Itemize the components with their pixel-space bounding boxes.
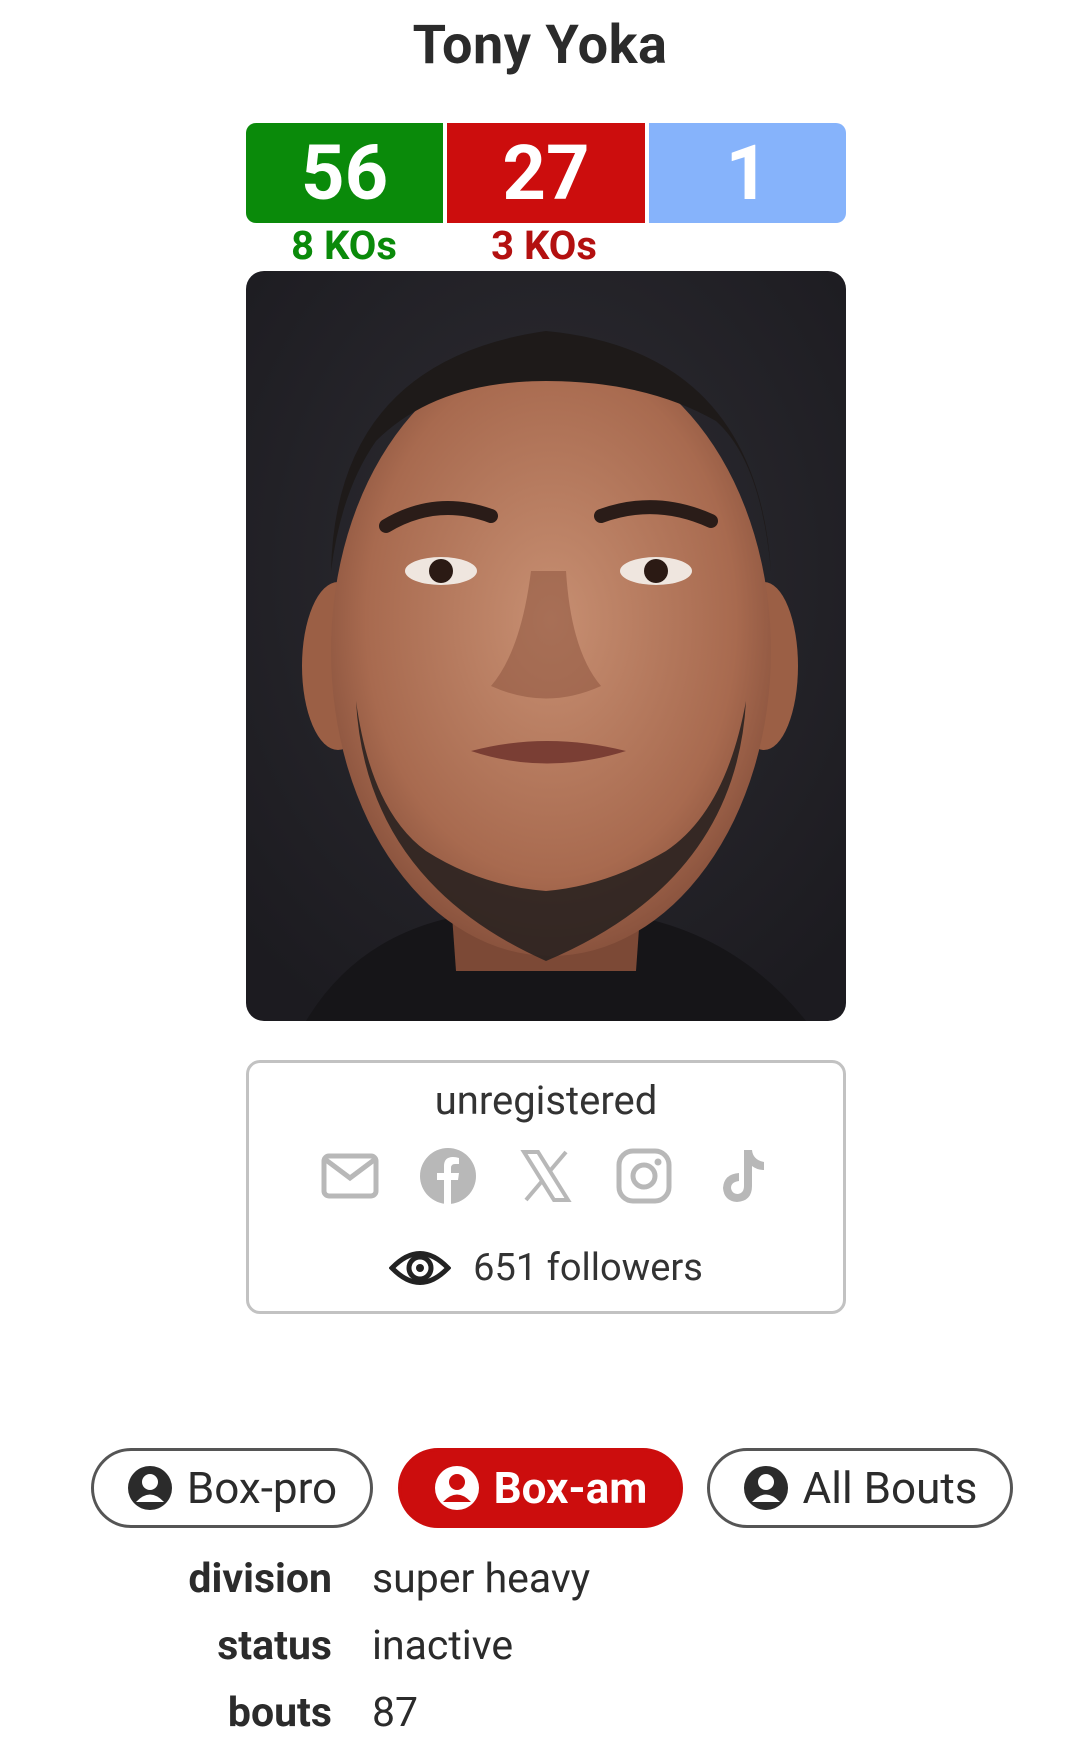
tab-box-am[interactable]: Box-am xyxy=(398,1448,683,1528)
info-value: super heavy xyxy=(372,1555,591,1603)
registration-status: unregistered xyxy=(434,1077,658,1124)
x-icon[interactable] xyxy=(516,1146,576,1206)
tab-all-bouts-label: All Bouts xyxy=(802,1462,978,1514)
info-value: 87 xyxy=(372,1689,419,1737)
followers-count: 651 followers xyxy=(473,1246,703,1290)
facebook-icon[interactable] xyxy=(418,1146,478,1206)
info-label: bouts xyxy=(227,1689,332,1737)
info-value: inactive xyxy=(372,1622,514,1670)
followers-row: 651 followers xyxy=(249,1243,843,1293)
tab-all-bouts[interactable]: All Bouts xyxy=(707,1448,1013,1528)
social-card: unregistered 651 followers xyxy=(246,1060,846,1314)
tab-box-am-label: Box-am xyxy=(493,1462,648,1514)
social-icons xyxy=(249,1146,843,1206)
user-icon xyxy=(434,1466,479,1510)
loss-kos: 3 KOs xyxy=(491,222,597,269)
mail-icon[interactable] xyxy=(320,1146,380,1206)
info-label: status xyxy=(217,1622,332,1670)
fighter-name: Tony Yoka xyxy=(412,14,668,77)
tab-box-pro-label: Box-pro xyxy=(186,1462,338,1514)
instagram-icon[interactable] xyxy=(614,1146,674,1206)
losses-count: 27 xyxy=(447,123,645,223)
draws-count: 1 xyxy=(648,123,846,223)
record-bar: 56 27 1 xyxy=(246,123,846,223)
eye-icon xyxy=(389,1251,452,1285)
tab-box-pro[interactable]: Box-pro xyxy=(91,1448,373,1528)
win-kos: 8 KOs xyxy=(291,222,397,269)
user-icon xyxy=(743,1466,788,1510)
info-label: division xyxy=(188,1555,332,1603)
fighter-photo xyxy=(246,271,846,1021)
wins-count: 56 xyxy=(246,123,444,223)
user-icon xyxy=(127,1466,172,1510)
tiktok-icon[interactable] xyxy=(712,1146,772,1206)
